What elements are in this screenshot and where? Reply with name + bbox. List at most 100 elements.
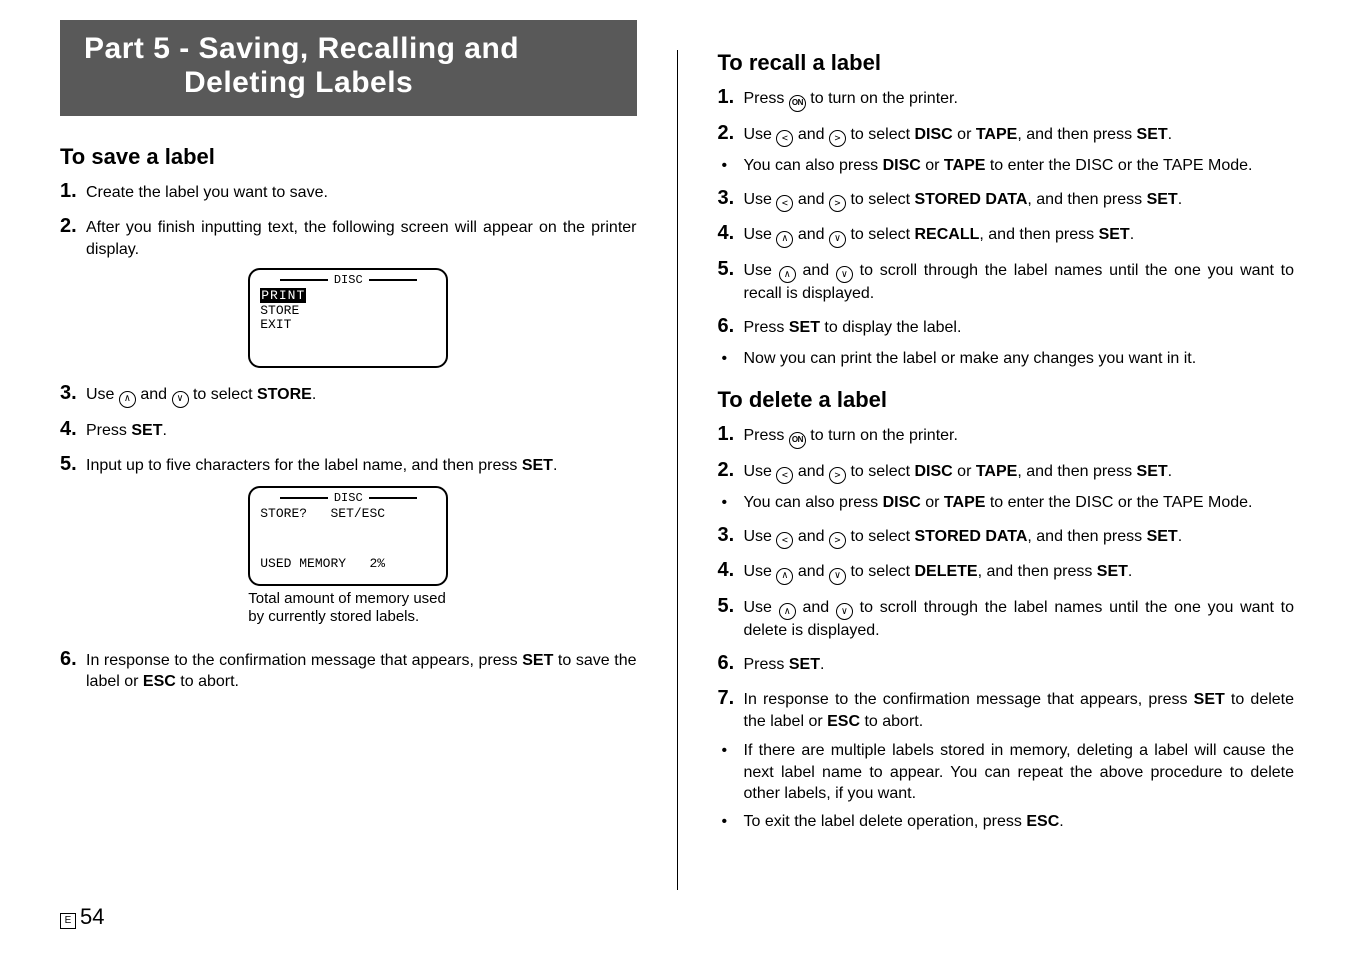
t: to display the label.: [820, 319, 961, 336]
key-label: STORE: [257, 386, 312, 403]
lcd-note: Total amount of memory used by currently…: [248, 590, 448, 626]
t: to select: [189, 386, 257, 403]
delete-heading: To delete a label: [718, 387, 1295, 413]
t: Use: [86, 386, 119, 403]
recall-step-6: 6. Press SET to display the label.: [718, 313, 1295, 340]
t: to select: [846, 226, 914, 243]
t: If there are multiple labels stored in m…: [744, 740, 1295, 805]
lcd-1-wrap: DISC PRINT STORE EXIT: [60, 268, 637, 368]
page-number: E54: [60, 904, 104, 930]
t: or: [921, 494, 944, 511]
recall-bullet-1: • You can also press DISC or TAPE to ent…: [718, 155, 1295, 177]
key-label: TAPE: [944, 157, 985, 174]
save-heading: To save a label: [60, 144, 637, 170]
t: and: [136, 386, 172, 403]
save-step-5: 5. Input up to five characters for the l…: [60, 451, 637, 478]
delete-step-2: 2. Use < and > to select DISC or TAPE, a…: [718, 457, 1295, 485]
lcd-screen-2: DISC STORE? SET/ESC USED MEMORY 2%: [248, 486, 448, 586]
key-label: STORED DATA: [914, 528, 1027, 545]
t: to enter the DISC or the TAPE Mode.: [985, 494, 1252, 511]
t: Use: [744, 191, 777, 208]
delete-step-7: 7. In response to the confirmation messa…: [718, 685, 1295, 732]
t: and: [793, 528, 829, 545]
t: To exit the label delete operation, pres…: [744, 813, 1027, 830]
delete-step-3: 3. Use < and > to select STORED DATA, an…: [718, 522, 1295, 550]
key-label: SET: [1137, 463, 1168, 480]
t: to enter the DISC or the TAPE Mode.: [985, 157, 1252, 174]
key-label: ESC: [143, 673, 176, 690]
t: or: [953, 463, 976, 480]
up-arrow-icon: ∧: [779, 603, 796, 620]
left-arrow-icon: <: [776, 130, 793, 147]
lcd-screen-1: DISC PRINT STORE EXIT: [248, 268, 448, 368]
key-label: SET: [789, 319, 820, 336]
t: and: [793, 563, 829, 580]
title-line-2: Deleting Labels: [84, 66, 613, 100]
save-step-6: 6. In response to the confirmation messa…: [60, 646, 637, 693]
up-arrow-icon: ∧: [776, 231, 793, 248]
key-label: TAPE: [976, 463, 1017, 480]
down-arrow-icon: ∨: [836, 603, 853, 620]
lcd-line: PRINT: [260, 288, 306, 303]
lcd-line: USED MEMORY 2%: [260, 557, 436, 571]
on-button-icon: ON: [789, 432, 806, 449]
page-number-value: 54: [80, 904, 104, 929]
page-marker-icon: E: [60, 913, 76, 929]
save-step-1: 1. Create the label you want to save.: [60, 178, 637, 205]
t: to select: [846, 463, 914, 480]
save-step-3: 3. Use ∧ and ∨ to select STORE.: [60, 380, 637, 408]
right-arrow-icon: >: [829, 467, 846, 484]
t: to select: [846, 191, 914, 208]
right-arrow-icon: >: [829, 195, 846, 212]
column-divider: [677, 50, 678, 890]
page-content: Part 5 - Saving, Recalling and Deleting …: [60, 40, 1294, 890]
down-arrow-icon: ∨: [172, 391, 189, 408]
delete-bullet-2: • If there are multiple labels stored in…: [718, 740, 1295, 805]
key-label: TAPE: [944, 494, 985, 511]
key-label: DISC: [914, 463, 952, 480]
lcd-line: STORE? SET/ESC: [260, 507, 436, 521]
t: to turn on the printer.: [806, 90, 958, 107]
recall-bullet-2: • Now you can print the label or make an…: [718, 348, 1295, 370]
delete-bullet-1: • You can also press DISC or TAPE to ent…: [718, 492, 1295, 514]
recall-step-4: 4. Use ∧ and ∨ to select RECALL, and the…: [718, 220, 1295, 248]
recall-step-1: 1. Press ON to turn on the printer.: [718, 84, 1295, 112]
t: and: [793, 226, 829, 243]
key-label: SET: [131, 422, 162, 439]
t: , and then press: [979, 226, 1098, 243]
delete-step-4: 4. Use ∧ and ∨ to select DELETE, and the…: [718, 557, 1295, 585]
left-arrow-icon: <: [776, 532, 793, 549]
t: Press: [744, 427, 789, 444]
t: , and then press: [1017, 463, 1136, 480]
t: Press: [744, 319, 789, 336]
lcd-line: EXIT: [260, 318, 436, 332]
title-line-1: Part 5 - Saving, Recalling and: [84, 32, 519, 65]
t: , and then press: [978, 563, 1097, 580]
t: and: [793, 191, 829, 208]
step-text: After you finish inputting text, the fol…: [86, 217, 637, 260]
key-label: SET: [1147, 191, 1178, 208]
t: .: [1059, 813, 1063, 830]
section-title: Part 5 - Saving, Recalling and Deleting …: [60, 20, 637, 116]
t: Use: [744, 262, 779, 279]
delete-step-1: 1. Press ON to turn on the printer.: [718, 421, 1295, 449]
t: Use: [744, 528, 777, 545]
up-arrow-icon: ∧: [119, 391, 136, 408]
key-label: SET: [522, 652, 553, 669]
key-label: SET: [1097, 563, 1128, 580]
down-arrow-icon: ∨: [829, 568, 846, 585]
save-step-4: 4. Press SET.: [60, 416, 637, 443]
t: Use: [744, 226, 777, 243]
t: You can also press: [744, 157, 883, 174]
right-arrow-icon: >: [829, 130, 846, 147]
key-label: DELETE: [914, 563, 977, 580]
t: , and then press: [1017, 126, 1136, 143]
left-arrow-icon: <: [776, 467, 793, 484]
key-label: DISC: [883, 157, 921, 174]
t: to turn on the printer.: [806, 427, 958, 444]
t: and: [793, 126, 829, 143]
delete-bullet-3: • To exit the label delete operation, pr…: [718, 811, 1295, 833]
t: In response to the confirmation message …: [744, 691, 1194, 708]
t: to select: [846, 563, 914, 580]
t: and: [796, 599, 836, 616]
